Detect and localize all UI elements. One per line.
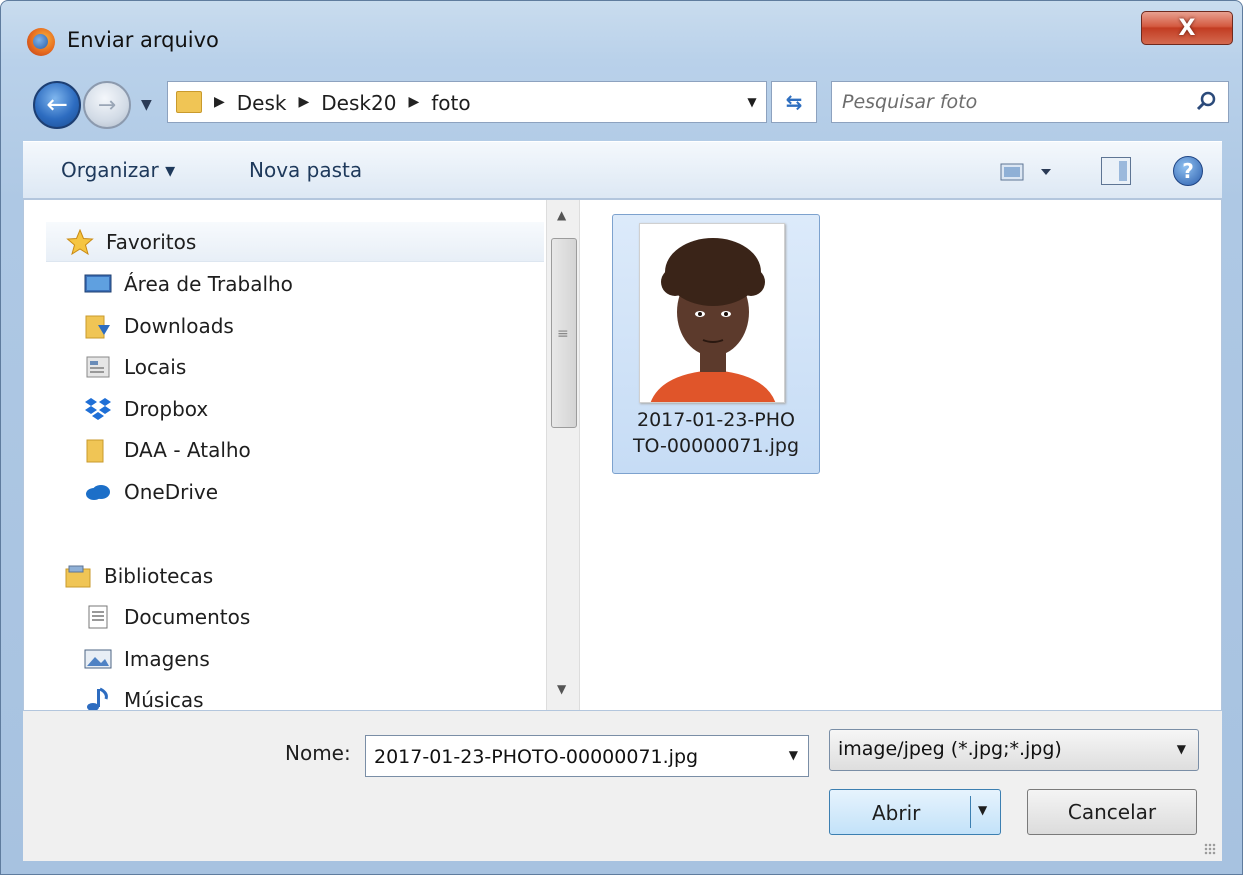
sidebar-header-favoritos[interactable]: Favoritos: [46, 222, 544, 262]
firefox-icon: [27, 28, 55, 56]
sidebar-item-onedrive[interactable]: OneDrive: [84, 472, 218, 512]
scroll-down-icon[interactable]: ▼: [557, 682, 566, 696]
breadcrumb-item-desk[interactable]: Desk: [237, 91, 287, 115]
sidebar-item-label: Dropbox: [124, 397, 209, 421]
sidebar-item-label: Músicas: [124, 688, 204, 710]
breadcrumb-separator-icon[interactable]: ▶: [214, 91, 225, 115]
pictures-icon: [84, 649, 112, 669]
sidebar-item-locais[interactable]: Locais: [84, 347, 186, 387]
file-name-line-1: 2017-01-23-PHO: [637, 409, 795, 431]
address-bar[interactable]: ▶ Desk ▶ Desk20 ▶ foto ▼: [167, 81, 767, 123]
back-button[interactable]: ←: [33, 81, 81, 129]
recent-locations-dropdown[interactable]: ▼: [141, 97, 152, 113]
close-button[interactable]: X: [1141, 11, 1233, 45]
cancel-button[interactable]: Cancelar: [1027, 789, 1197, 835]
breadcrumb-item-desk20[interactable]: Desk20: [321, 91, 396, 115]
sidebar-item-area-de-trabalho[interactable]: Área de Trabalho: [84, 264, 293, 304]
file-list-view[interactable]: 2017-01-23-PHO TO-00000071.jpg: [580, 200, 1222, 710]
star-icon: [66, 228, 94, 255]
sidebar-item-documentos[interactable]: Documentos: [84, 597, 250, 637]
file-name-line-2: TO-00000071.jpg: [632, 435, 800, 457]
sidebar-item-label: Documentos: [124, 605, 251, 629]
sidebar-header-label: Favoritos: [106, 229, 197, 254]
sidebar-item-label: DAA - Atalho: [124, 438, 251, 462]
content-area: Favoritos Área de Trabalho Downloads Loc…: [23, 199, 1222, 711]
new-folder-button[interactable]: Nova pasta: [249, 158, 362, 182]
file-name-label: 2017-01-23-PHO TO-00000071.jpg: [617, 407, 815, 459]
file-name-input[interactable]: [374, 743, 774, 771]
open-button[interactable]: Abrir ▼: [829, 789, 1001, 835]
sidebar-item-imagens[interactable]: Imagens: [84, 639, 210, 679]
forward-button[interactable]: →: [83, 81, 131, 129]
open-button-label: Abrir: [872, 801, 921, 825]
sidebar-header-label: Bibliotecas: [104, 564, 214, 588]
desktop-icon: [84, 274, 112, 293]
file-item[interactable]: 2017-01-23-PHO TO-00000071.jpg: [612, 214, 820, 474]
change-view-icon[interactable]: [999, 160, 1059, 184]
sidebar-item-label: Área de Trabalho: [124, 272, 293, 296]
scroll-up-icon[interactable]: ▲: [557, 208, 566, 222]
sidebar-item-downloads[interactable]: Downloads: [84, 306, 234, 346]
sidebar-item-daa-atalho[interactable]: DAA - Atalho: [84, 430, 251, 470]
file-type-select[interactable]: image/jpeg (*.jpg;*.jpg) ▼: [829, 729, 1199, 771]
libraries-icon: [65, 565, 91, 588]
breadcrumb-item-foto[interactable]: foto: [431, 91, 470, 115]
recent-places-icon: [86, 356, 110, 378]
sidebar-item-label: Locais: [124, 355, 187, 379]
breadcrumb-separator-icon[interactable]: ▶: [299, 91, 310, 115]
sidebar-item-label: Imagens: [124, 647, 210, 671]
breadcrumb-separator-icon[interactable]: ▶: [408, 91, 419, 115]
file-name-combobox[interactable]: ▼: [365, 735, 809, 777]
organize-button[interactable]: Organizar ▾: [61, 158, 175, 182]
file-type-value: image/jpeg (*.jpg;*.jpg): [838, 738, 1062, 760]
search-icon[interactable]: [1196, 91, 1216, 111]
sidebar-item-label: Downloads: [124, 314, 234, 338]
file-dialog-window: Enviar arquivo X ← → ▼ ▶ Desk ▶ Desk20 ▶…: [0, 0, 1243, 875]
music-icon: [87, 687, 108, 710]
title-bar: Enviar arquivo X: [1, 1, 1242, 81]
open-options-dropdown-icon[interactable]: ▼: [978, 803, 987, 817]
command-bar: Organizar ▾ Nova pasta ?: [23, 141, 1222, 199]
help-button[interactable]: ?: [1173, 156, 1203, 186]
refresh-button[interactable]: ⇆: [771, 81, 817, 123]
dialog-footer: Nome: ▼ image/jpeg (*.jpg;*.jpg) ▼ Abrir…: [23, 711, 1222, 861]
resize-grip-icon[interactable]: [1204, 843, 1216, 855]
person-avatar-icon: [640, 224, 784, 402]
chevron-down-icon[interactable]: ▼: [1177, 742, 1186, 756]
window-title: Enviar arquivo: [67, 28, 219, 52]
sidebar-item-label: OneDrive: [124, 480, 219, 504]
folder-icon: [86, 439, 104, 463]
navigation-pane: Favoritos Área de Trabalho Downloads Loc…: [24, 200, 544, 710]
breadcrumb: ▶ Desk ▶ Desk20 ▶ foto: [214, 91, 471, 115]
sidebar-header-bibliotecas[interactable]: Bibliotecas: [64, 556, 213, 596]
sidebar-item-musicas[interactable]: Músicas: [84, 680, 204, 710]
photo-thumbnail: [639, 223, 785, 403]
sidebar-item-dropbox[interactable]: Dropbox: [84, 389, 208, 429]
preview-pane-icon[interactable]: [1101, 157, 1131, 185]
scrollbar-grip-icon: ≡: [557, 326, 569, 342]
split-divider: [970, 796, 971, 828]
folder-icon: [176, 91, 202, 113]
navigation-pane-scrollbar[interactable]: ▲ ≡ ▼: [546, 200, 580, 710]
address-dropdown-icon[interactable]: ▼: [738, 82, 766, 122]
downloads-folder-icon: [85, 315, 110, 339]
chevron-down-icon[interactable]: ▼: [789, 748, 798, 762]
dropbox-icon: [85, 398, 111, 420]
onedrive-icon: [86, 485, 110, 500]
search-input[interactable]: [842, 88, 1182, 116]
file-name-label: Nome:: [285, 741, 351, 765]
search-box[interactable]: [831, 81, 1229, 123]
documents-icon: [88, 605, 108, 629]
